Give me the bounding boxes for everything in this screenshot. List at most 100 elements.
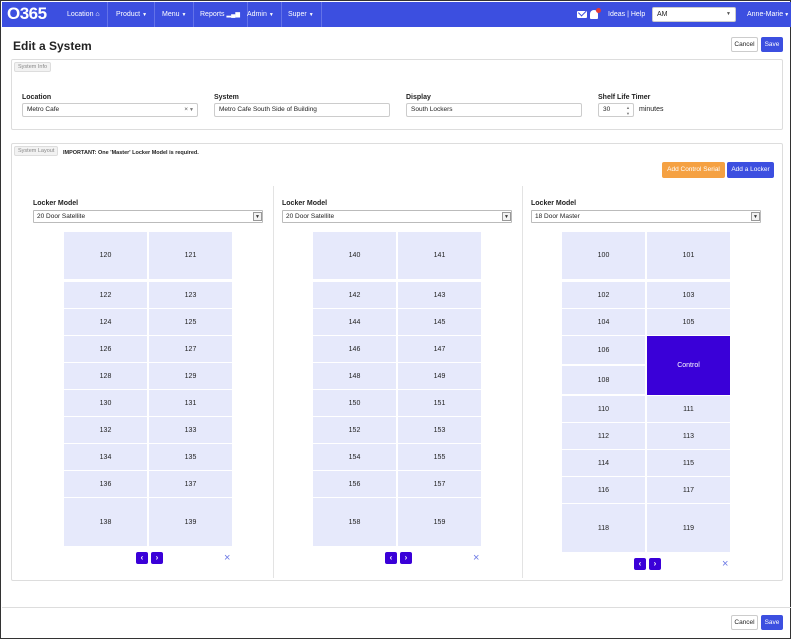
locker-door[interactable]: 115 — [647, 450, 730, 476]
display-input[interactable]: South Lockers — [406, 103, 582, 117]
locker-door[interactable]: 150 — [313, 390, 396, 416]
locker-door[interactable]: 100 — [562, 232, 645, 279]
locker-door[interactable]: 108 — [562, 366, 645, 394]
locker-door[interactable]: 148 — [313, 363, 396, 389]
locker-door[interactable]: 128 — [64, 363, 147, 389]
nav-super[interactable]: Super ▼ — [281, 2, 322, 27]
nav-menu[interactable]: Menu ▼ — [155, 2, 195, 27]
user-menu[interactable]: Anne-Marie▼ — [747, 2, 789, 27]
locker-door[interactable]: 159 — [398, 498, 481, 546]
account-select[interactable]: AM ▼ — [652, 7, 736, 22]
cancel-button-top[interactable]: Cancel — [731, 37, 758, 52]
location-select[interactable]: Metro Cafe × ▼ — [22, 103, 198, 117]
locker-door[interactable]: 118 — [562, 504, 645, 552]
control-unit[interactable]: Control — [647, 336, 730, 395]
locker-door[interactable]: 146 — [313, 336, 396, 362]
locker-door[interactable]: 158 — [313, 498, 396, 546]
nav-product[interactable]: Product ▼ — [109, 2, 156, 27]
locker-model-select[interactable]: 20 Door Satellite ▼ — [282, 210, 512, 223]
locker-door[interactable]: 119 — [647, 504, 730, 552]
remove-locker-icon[interactable]: × — [722, 559, 728, 570]
ideas-help-link[interactable]: Ideas | Help — [608, 2, 645, 27]
shelf-life-unit: minutes — [639, 106, 664, 113]
locker-door[interactable]: 156 — [313, 471, 396, 497]
locker-door[interactable]: 137 — [149, 471, 232, 497]
locker-model-select[interactable]: 18 Door Master ▼ — [531, 210, 761, 223]
column-divider — [522, 186, 523, 578]
stepper-icon[interactable]: ▲ ▼ — [626, 105, 630, 117]
locker-door[interactable]: 144 — [313, 309, 396, 335]
locker-door[interactable]: 126 — [64, 336, 147, 362]
nav-admin[interactable]: Admin ▼ — [240, 2, 282, 27]
save-button-top[interactable]: Save — [761, 37, 783, 52]
locker-door[interactable]: 105 — [647, 309, 730, 335]
system-input[interactable]: Metro Cafe South Side of Building — [214, 103, 390, 117]
remove-locker-icon[interactable]: × — [224, 553, 230, 564]
locker-door[interactable]: 101 — [647, 232, 730, 279]
locker-door[interactable]: 138 — [64, 498, 147, 546]
move-right-button[interactable]: › — [649, 558, 661, 570]
move-left-button[interactable]: ‹ — [634, 558, 646, 570]
locker-door[interactable]: 121 — [149, 232, 232, 279]
locker-door[interactable]: 133 — [149, 417, 232, 443]
locker-door[interactable]: 140 — [313, 232, 396, 279]
nav-menu-label: Menu — [162, 11, 180, 18]
add-locker-button[interactable]: Add a Locker — [727, 162, 774, 178]
locker-door[interactable]: 132 — [64, 417, 147, 443]
locker-door[interactable]: 110 — [562, 396, 645, 422]
move-left-button[interactable]: ‹ — [385, 552, 397, 564]
cancel-button-bottom[interactable]: Cancel — [731, 615, 758, 630]
locker-door[interactable]: 141 — [398, 232, 481, 279]
locker-door[interactable]: 154 — [313, 444, 396, 470]
move-right-button[interactable]: › — [151, 552, 163, 564]
locker-door[interactable]: 102 — [562, 282, 645, 308]
locker-door[interactable]: 143 — [398, 282, 481, 308]
locker-door[interactable]: 152 — [313, 417, 396, 443]
locker-door[interactable]: 116 — [562, 477, 645, 503]
mail-icon[interactable] — [577, 11, 587, 18]
locker-door[interactable]: 127 — [149, 336, 232, 362]
move-left-button[interactable]: ‹ — [136, 552, 148, 564]
locker-door[interactable]: 135 — [149, 444, 232, 470]
locker-door[interactable]: 131 — [149, 390, 232, 416]
locker-door[interactable]: 117 — [647, 477, 730, 503]
locker-door[interactable]: 157 — [398, 471, 481, 497]
locker-door[interactable]: 120 — [64, 232, 147, 279]
locker-door[interactable]: 130 — [64, 390, 147, 416]
locker-door[interactable]: 139 — [149, 498, 232, 546]
clear-icon[interactable]: × — [184, 104, 188, 116]
app-logo[interactable]: O365 — [7, 4, 47, 24]
locker-door[interactable]: 112 — [562, 423, 645, 449]
locker-door[interactable]: 124 — [64, 309, 147, 335]
add-control-serial-button[interactable]: Add Control Serial — [662, 162, 725, 178]
locker-model-select[interactable]: 20 Door Satellite ▼ — [33, 210, 263, 223]
locker-door[interactable]: 142 — [313, 282, 396, 308]
chevron-down-icon: ▼ — [502, 212, 511, 221]
remove-locker-icon[interactable]: × — [473, 553, 479, 564]
locker-door[interactable]: 103 — [647, 282, 730, 308]
locker-door[interactable]: 123 — [149, 282, 232, 308]
locker-door[interactable]: 147 — [398, 336, 481, 362]
locker-door[interactable]: 106 — [562, 336, 645, 364]
locker-door[interactable]: 104 — [562, 309, 645, 335]
nav-location[interactable]: Location ⌂ — [60, 2, 108, 27]
locker-door[interactable]: 145 — [398, 309, 481, 335]
chevron-down-icon: ▼ — [189, 107, 194, 113]
locker-door[interactable]: 136 — [64, 471, 147, 497]
locker-door[interactable]: 114 — [562, 450, 645, 476]
chevron-down-icon: ▼ — [726, 11, 731, 17]
locker-door[interactable]: 149 — [398, 363, 481, 389]
locker-door[interactable]: 122 — [64, 282, 147, 308]
locker-door[interactable]: 129 — [149, 363, 232, 389]
system-label: System — [214, 94, 239, 101]
save-button-bottom[interactable]: Save — [761, 615, 783, 630]
locker-door[interactable]: 111 — [647, 396, 730, 422]
locker-door[interactable]: 125 — [149, 309, 232, 335]
shelf-life-input[interactable]: 30 ▲ ▼ — [598, 103, 634, 117]
locker-door[interactable]: 153 — [398, 417, 481, 443]
locker-door[interactable]: 155 — [398, 444, 481, 470]
locker-door[interactable]: 151 — [398, 390, 481, 416]
move-right-button[interactable]: › — [400, 552, 412, 564]
locker-door[interactable]: 113 — [647, 423, 730, 449]
locker-door[interactable]: 134 — [64, 444, 147, 470]
